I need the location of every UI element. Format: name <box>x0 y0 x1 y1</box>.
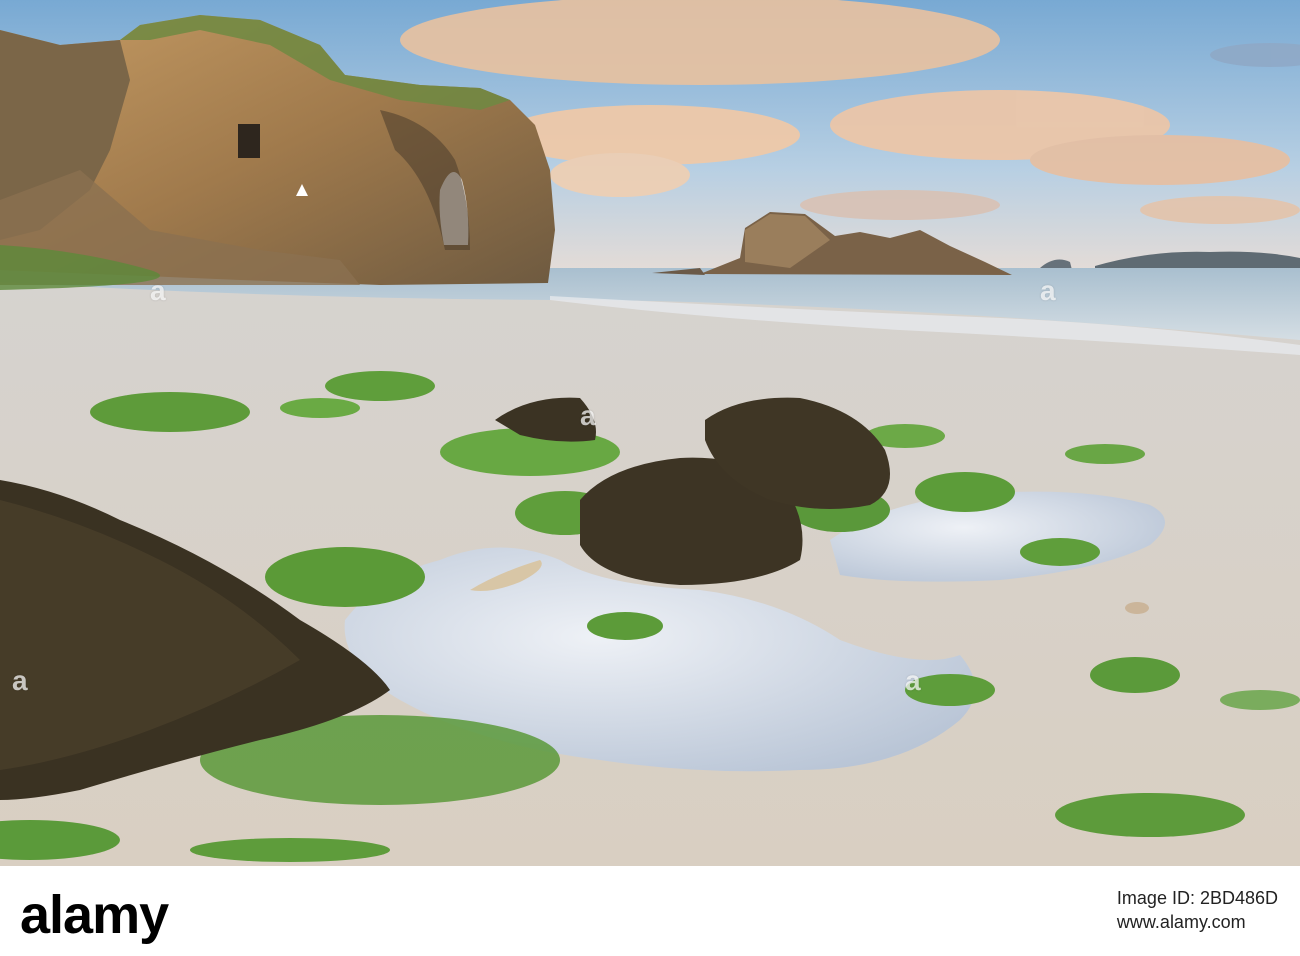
image-id-label: Image ID: 2BD486D <box>1116 888 1278 908</box>
beach-photo: a a a a a <box>0 0 1300 866</box>
pebble <box>1125 602 1149 614</box>
alamy-logo: alamy <box>20 885 169 945</box>
image-id-block: Image ID: 2BD486D www.alamy.com <box>1117 886 1278 934</box>
site-url: www.alamy.com <box>1116 912 1246 932</box>
beach-scene <box>0 0 1300 866</box>
footer-bar: alamy Image ID: 2BD486D www.alamy.com <box>0 866 1300 956</box>
